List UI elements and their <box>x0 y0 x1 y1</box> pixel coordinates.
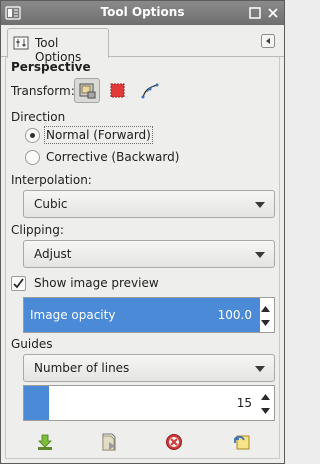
transform-path-button[interactable] <box>137 78 163 103</box>
window-close-icon[interactable] <box>266 6 280 20</box>
image-opacity-value: 100.0 <box>217 308 252 322</box>
guide-lines-spin-scale[interactable]: 15 <box>23 385 275 421</box>
selection-transform-icon <box>110 83 125 98</box>
guides-label: Guides <box>11 337 53 351</box>
dock-tab-bar: Tool Options <box>1 25 284 64</box>
direction-corrective-label: Corrective (Backward) <box>46 150 180 164</box>
guide-lines-value: 15 <box>236 396 252 410</box>
interpolation-select[interactable]: Cubic <box>23 190 275 218</box>
transform-selection-button[interactable] <box>105 78 131 103</box>
path-transform-icon <box>141 83 159 99</box>
radio-selected-dot <box>30 133 35 138</box>
chevron-down-icon <box>255 252 265 258</box>
direction-label: Direction <box>11 110 66 124</box>
tool-options-icon <box>13 36 29 50</box>
image-opacity-label: Image opacity <box>30 308 116 322</box>
increment-arrow-icon[interactable] <box>261 394 270 400</box>
decrement-arrow-icon[interactable] <box>261 408 270 414</box>
tool-name: Perspective <box>11 60 91 74</box>
direction-normal-label: Normal (Forward) <box>44 126 153 144</box>
title-bar[interactable]: Tool Options <box>1 1 284 25</box>
show-preview-checkbox[interactable] <box>11 276 26 291</box>
reset-options-icon[interactable] <box>232 432 252 452</box>
interpolation-value: Cubic <box>34 197 68 211</box>
delete-options-icon[interactable] <box>164 432 184 452</box>
guide-lines-level-fill <box>24 386 49 420</box>
tab-tool-options[interactable]: Tool Options <box>7 28 109 64</box>
chevron-down-icon <box>255 202 265 208</box>
tool-options-window: Tool Options Tool Options Perspective Tr… <box>0 0 285 464</box>
decrement-arrow-icon[interactable] <box>261 320 270 326</box>
chevron-down-icon <box>255 366 265 372</box>
interpolation-label: Interpolation: <box>11 173 92 187</box>
save-options-icon[interactable] <box>35 432 55 452</box>
tool-options-button-bar <box>1 427 284 457</box>
direction-normal-radio[interactable] <box>25 128 40 143</box>
increment-arrow-icon[interactable] <box>261 306 270 312</box>
clipping-label: Clipping: <box>11 223 64 237</box>
window-title: Tool Options <box>100 5 185 19</box>
check-icon <box>13 278 24 289</box>
transform-label: Transform: <box>11 84 75 98</box>
image-opacity-spin-scale[interactable]: Image opacity 100.0 <box>23 297 275 333</box>
restore-options-icon[interactable] <box>99 432 119 452</box>
guides-select[interactable]: Number of lines <box>23 354 275 382</box>
direction-corrective-radio[interactable] <box>25 150 40 165</box>
transform-layer-button[interactable] <box>74 78 100 103</box>
guides-value: Number of lines <box>34 361 130 375</box>
clipping-value: Adjust <box>34 247 72 261</box>
window-menu-icon[interactable] <box>248 6 262 20</box>
clipping-select[interactable]: Adjust <box>23 240 275 268</box>
tab-menu-icon[interactable] <box>261 34 275 48</box>
layer-transform-icon <box>79 83 96 99</box>
show-preview-label: Show image preview <box>34 276 159 290</box>
